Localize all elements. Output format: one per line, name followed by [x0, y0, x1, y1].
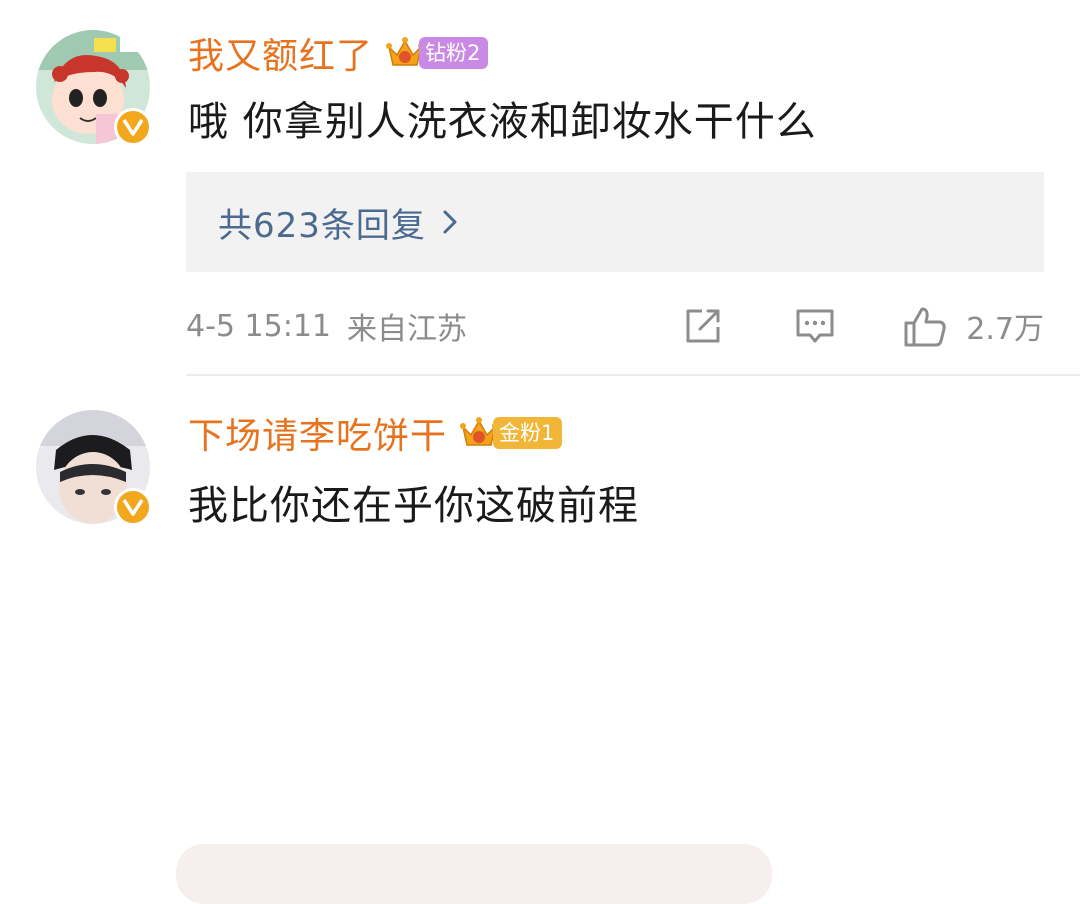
thumbs-up-icon[interactable]: [902, 303, 948, 349]
timestamp: 4-5 15:11: [186, 308, 331, 344]
avatar[interactable]: [36, 410, 152, 526]
fan-badge-label: 金粉1: [493, 417, 563, 449]
comment-icon[interactable]: [792, 303, 838, 349]
name-row: 下场请李吃饼干 金粉1: [188, 407, 563, 459]
share-icon[interactable]: [680, 303, 726, 349]
username[interactable]: 我又额红了: [188, 27, 373, 79]
comment-highlight: [176, 844, 772, 904]
comment-text: 我比你还在乎你这破前程: [188, 483, 639, 529]
replies-count-label: 共623条回复: [218, 205, 426, 246]
comment-item: 下场请李吃饼干 金粉1 我比你还在乎你这破前程: [0, 376, 1080, 904]
comment-item: 我又额红了 钻粉2 哦 你拿别人洗衣液和卸妆水干什么 共623条回复 4-5 1…: [0, 0, 1080, 376]
comment-text: 哦 你拿别人洗衣液和卸妆水干什么: [188, 99, 817, 145]
name-row: 我又额红了 钻粉2: [188, 27, 489, 79]
like-count: 2.7万: [966, 312, 1044, 347]
fan-badge-label: 钻粉2: [419, 37, 489, 69]
username[interactable]: 下场请李吃饼干: [188, 407, 447, 459]
verified-v-icon: [114, 108, 152, 146]
comment-actions: 2.7万: [680, 300, 1044, 352]
replies-link[interactable]: 共623条回复: [186, 172, 1044, 272]
fan-badge[interactable]: 钻粉2: [385, 35, 489, 71]
avatar[interactable]: [36, 30, 152, 146]
chevron-right-icon: [443, 210, 457, 234]
location: 来自江苏: [347, 312, 467, 347]
comment-meta: 4-5 15:11 来自江苏 2.7万: [186, 300, 1044, 352]
verified-v-icon: [114, 488, 152, 526]
fan-badge[interactable]: 金粉1: [459, 415, 563, 451]
